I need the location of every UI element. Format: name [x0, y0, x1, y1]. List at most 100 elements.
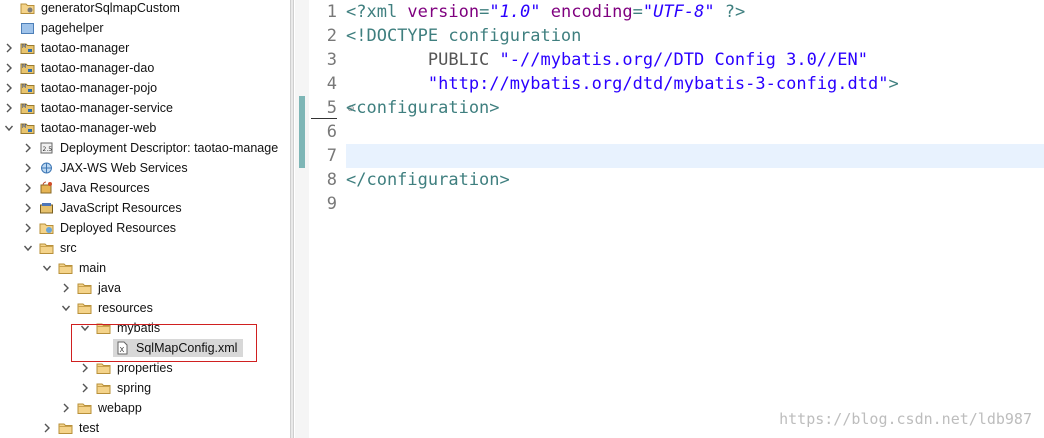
code-token: =	[479, 2, 490, 22]
code-line[interactable]: PUBLIC "-//mybatis.org//DTD Config 3.0//…	[346, 48, 1044, 72]
tree-item-label: taotao-manager-dao	[41, 61, 155, 75]
code-token: "-//mybatis.org//DTD Config 3.0//EN"	[499, 50, 868, 70]
folder-project-icon	[20, 21, 35, 35]
highlight-box	[71, 324, 257, 362]
tree-item-label: Deployment Descriptor: taotao-managе	[60, 141, 279, 155]
code-token: >	[888, 74, 899, 94]
tree-item-spring[interactable]: spring	[0, 378, 290, 398]
tree-item-taotao-manager-pojo[interactable]: Mtaotao-manager-pojo	[0, 78, 290, 98]
tree-item-label: taotao-manager	[41, 41, 130, 55]
tree-item-label: test	[79, 421, 100, 435]
code-line[interactable]: </configuration>	[346, 168, 1044, 192]
change-marker	[299, 120, 305, 168]
code-token: "http://mybatis.org/dtd/mybatis-3-config…	[427, 74, 889, 94]
tree-item-jax-ws-web-services[interactable]: JAX-WS Web Services	[0, 158, 290, 178]
tree-item-src[interactable]: src	[0, 238, 290, 258]
line-number-gutter: 1 2 3 4 5 ⊖ 6 7 8 9	[309, 0, 355, 438]
code-token: ?>	[714, 2, 746, 22]
tree-item-label: pagehelper	[41, 21, 104, 35]
line-number: 4	[326, 74, 337, 94]
xml-editor[interactable]: 1 2 3 4 5 ⊖ 6 7 8 9 <?xml version="1.0" encoding=…	[295, 0, 1044, 438]
tree-item-pagehelper[interactable]: pagehelper	[0, 18, 290, 38]
watermark: https://blog.csdn.net/ldb987	[779, 410, 1032, 428]
tree-item-taotao-manager-service[interactable]: Mtaotao-manager-service	[0, 98, 290, 118]
chevron-right-icon[interactable]	[60, 278, 72, 298]
code-line[interactable]	[346, 144, 1044, 168]
line-number: 3	[326, 50, 337, 70]
chevron-right-icon[interactable]	[22, 178, 34, 198]
tree-item-label: JavaScript Resources	[60, 201, 182, 215]
chevron-down-icon[interactable]	[22, 238, 34, 258]
chevron-down-icon[interactable]	[60, 298, 72, 318]
code-token: =	[632, 2, 643, 22]
code-line[interactable]	[346, 192, 1044, 216]
chevron-right-icon[interactable]	[3, 98, 15, 118]
tree-item-taotao-manager[interactable]: Mtaotao-manager	[0, 38, 290, 58]
tree-item-label: resources	[98, 301, 153, 315]
panel-splitter[interactable]	[290, 0, 294, 438]
code-area[interactable]: <?xml version="1.0" encoding="UTF-8" ?> <…	[311, 0, 1044, 438]
line-number: 7	[326, 146, 337, 166]
tree-item-taotao-manager-web[interactable]: Mtaotao-manager-web	[0, 118, 290, 138]
code-token: </configuration>	[346, 170, 510, 190]
code-token: "UTF-8"	[642, 2, 715, 22]
tree-item-label: webapp	[98, 401, 142, 415]
maven-project-icon: M	[20, 121, 35, 135]
tree-item-label: generatorSqlmapCustom	[41, 1, 180, 15]
tree-item-java[interactable]: java	[0, 278, 290, 298]
code-line[interactable]: <?xml version="1.0" encoding="UTF-8" ?>	[346, 0, 1044, 24]
tree-item-resources[interactable]: resources	[0, 298, 290, 318]
code-line[interactable]: "http://mybatis.org/dtd/mybatis-3-config…	[346, 72, 1044, 96]
chevron-right-icon[interactable]	[41, 418, 53, 438]
code-line[interactable]	[346, 120, 1044, 144]
svg-text:M: M	[22, 104, 26, 110]
chevron-down-icon[interactable]	[3, 118, 15, 138]
maven-project-icon: M	[20, 41, 35, 55]
tree-item-javascript-resources[interactable]: JavaScript Resources	[0, 198, 290, 218]
code-token: <!DOCTYPE configuration	[346, 26, 582, 46]
tree-item-label: main	[79, 261, 107, 275]
chevron-right-icon[interactable]	[3, 78, 15, 98]
line-number: 2	[326, 26, 337, 46]
chevron-right-icon[interactable]	[22, 158, 34, 178]
chevron-right-icon[interactable]	[60, 398, 72, 418]
tree-item-label: Java Resources	[60, 181, 150, 195]
tree-item-main[interactable]: main	[0, 258, 290, 278]
chevron-right-icon[interactable]	[22, 218, 34, 238]
tree-item-label: taotao-manager-pojo	[41, 81, 158, 95]
code-line[interactable]: <configuration>	[346, 96, 1044, 120]
line-number: 5	[326, 98, 337, 118]
folder-icon	[58, 261, 73, 275]
tree-item-webapp[interactable]: webapp	[0, 398, 290, 418]
tree-item-test[interactable]: test	[0, 418, 290, 438]
code-token: <?xml	[346, 2, 408, 22]
tree-item-deployment-descriptor-taotao-manag[interactable]: 2.5 Deployment Descriptor: taotao-managе	[0, 138, 290, 158]
line-number: 6	[326, 122, 337, 142]
chevron-right-icon[interactable]	[79, 378, 91, 398]
tree-item-generatorsqlmapcustom[interactable]: generatorSqlmapCustom	[0, 0, 290, 18]
chevron-right-icon[interactable]	[3, 58, 15, 78]
code-token: "1.0"	[489, 2, 541, 22]
folder-icon	[77, 301, 92, 315]
tree-item-label: spring	[117, 381, 152, 395]
svg-text:M: M	[22, 124, 26, 130]
overview-ruler	[295, 0, 309, 438]
code-token: <configuration>	[346, 98, 500, 118]
folder-icon	[96, 381, 111, 395]
tree-item-java-resources[interactable]: Java Resources	[0, 178, 290, 198]
folder-icon	[58, 421, 73, 435]
chevron-down-icon[interactable]	[41, 258, 53, 278]
tree-item-label: taotao-manager-service	[41, 101, 174, 115]
chevron-right-icon[interactable]	[22, 198, 34, 218]
tree-item-taotao-manager-dao[interactable]: Mtaotao-manager-dao	[0, 58, 290, 78]
tree-item-label: taotao-manager-web	[41, 121, 157, 135]
chevron-right-icon[interactable]	[22, 138, 34, 158]
code-line[interactable]: <!DOCTYPE configuration	[346, 24, 1044, 48]
maven-project-icon: M	[20, 101, 35, 115]
chevron-right-icon[interactable]	[3, 38, 15, 58]
folder-icon	[77, 401, 92, 415]
tree-item-deployed-resources[interactable]: Deployed Resources	[0, 218, 290, 238]
javascript-resources-icon	[39, 201, 54, 215]
svg-text:2.5: 2.5	[43, 146, 53, 153]
tree-item-label: Deployed Resources	[60, 221, 177, 235]
